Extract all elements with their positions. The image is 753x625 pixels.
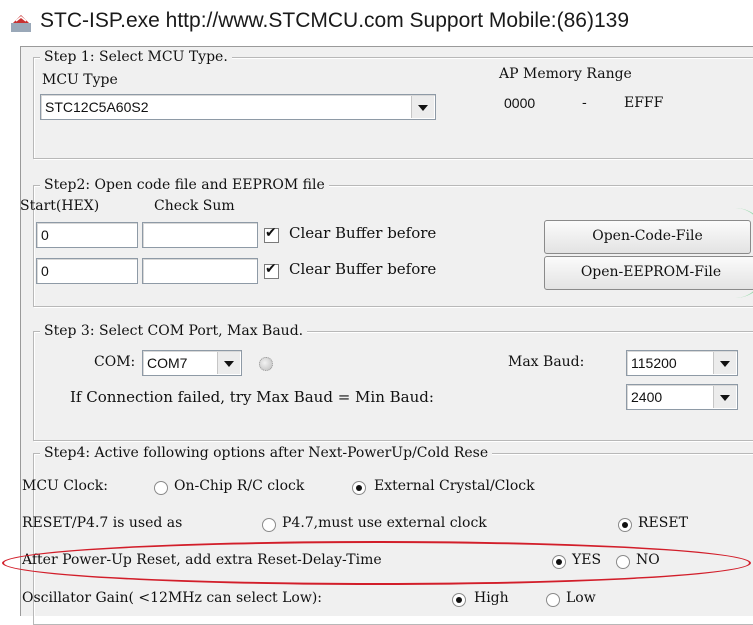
range-dash: - [582,95,587,111]
chevron-down-icon[interactable] [713,386,736,408]
window-title: STC-ISP.exe http://www.STCMCU.com Suppor… [40,9,629,32]
eeprom-checksum-input[interactable] [142,258,258,284]
mcu-clock-label: MCU Clock: [22,478,108,494]
min-baud-select[interactable]: 2400 [626,384,738,410]
com-port-select[interactable]: COM7 [142,350,242,376]
highlight-oval [2,541,751,585]
eeprom-start-input[interactable]: 0 [36,258,138,284]
code-clear-checkbox[interactable] [264,225,279,243]
step3-legend: Step 3: Select COM Port, Max Baud. [40,323,308,339]
code-checksum-input[interactable] [142,222,258,248]
osc-gain-label: Oscillator Gain( <12MHz can select Low): [22,590,323,606]
gain-high-radio[interactable] [452,593,466,607]
code-clear-label: Clear Buffer before [289,224,437,242]
main-window: Step 1: Select MCU Type. MCU Type AP Mem… [20,46,753,625]
step2-group: Step2: Open code file and EEPROM file St… [20,177,753,307]
step4-group: Step4: Active following options after Ne… [22,445,753,625]
reset-p47-label: P4.7,must use external clock [282,515,487,531]
reset-reset-radio[interactable] [618,518,632,532]
open-eeprom-file-button[interactable]: Open-EEPROM-File [544,256,753,290]
reset-pin-label: RESET/P4.7 is used as [22,515,183,531]
max-baud-label: Max Baud: [508,354,585,370]
clock-rc-radio[interactable] [154,481,168,495]
check-sum-label: Check Sum [154,198,235,214]
clock-rc-label: On-Chip R/C clock [174,478,305,494]
com-label: COM: [94,354,136,370]
step2-legend: Step2: Open code file and EEPROM file [40,177,329,193]
eeprom-clear-label: Clear Buffer before [289,260,437,278]
reset-reset-label: RESET [638,515,688,531]
connection-failed-text: If Connection failed, try Max Baud = Min… [70,388,434,406]
eeprom-clear-checkbox[interactable] [264,261,279,279]
gain-high-label: High [474,590,509,606]
gain-low-radio[interactable] [546,593,560,607]
open-code-file-button[interactable]: Open-Code-File [544,220,751,254]
com-port-value: COM7 [147,355,188,371]
status-led-icon [259,357,273,371]
stc-app-icon [11,15,31,32]
clock-external-label: External Crystal/Clock [374,478,535,494]
range-start: 0000 [504,95,536,111]
step4-legend: Step4: Active following options after Ne… [40,445,493,461]
clock-external-radio[interactable] [352,481,366,495]
title-bar: STC-ISP.exe http://www.STCMCU.com Suppor… [0,0,753,46]
start-hex-label: Start(HEX) [20,198,100,214]
chevron-down-icon[interactable] [217,352,240,374]
chevron-down-icon[interactable] [713,352,736,374]
gain-low-label: Low [566,590,596,606]
range-end: EFFF [624,95,664,111]
step3-group: Step 3: Select COM Port, Max Baud. COM: … [33,323,753,441]
step1-legend: Step 1: Select MCU Type. [40,49,232,65]
max-baud-value: 115200 [631,355,677,371]
mcu-type-select[interactable]: STC12C5A60S2 [40,94,436,120]
mcu-type-value: STC12C5A60S2 [45,99,149,115]
max-baud-select[interactable]: 115200 [626,350,738,376]
mcu-type-label: MCU Type [42,72,118,88]
chevron-down-icon[interactable] [411,96,434,118]
step1-group: Step 1: Select MCU Type. MCU Type AP Mem… [33,49,753,159]
watermark-mark [735,208,753,298]
ap-memory-label: AP Memory Range [499,66,632,82]
reset-p47-radio[interactable] [262,518,276,532]
min-baud-value: 2400 [631,389,663,405]
code-start-input[interactable]: 0 [36,222,138,248]
